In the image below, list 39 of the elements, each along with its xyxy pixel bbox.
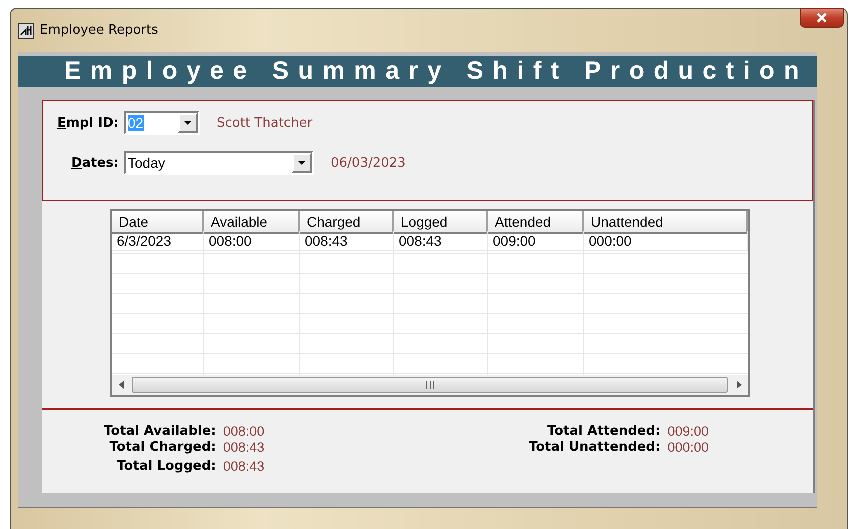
total-label: Total Attended: [546, 424, 661, 439]
total-value: 008:43 [223, 440, 265, 455]
total-label: Total Available: [104, 424, 216, 439]
scrollbar-thumb[interactable] [132, 376, 728, 393]
dropdown-arrow-icon [298, 161, 306, 165]
window-title: Employee Reports [40, 23, 158, 38]
table-cell: 6/3/2023 [112, 230, 204, 251]
app-icon [18, 22, 34, 38]
column-header[interactable]: Unattended [584, 210, 748, 234]
close-button[interactable] [800, 8, 844, 28]
column-header[interactable]: Attended [488, 210, 584, 234]
close-icon [816, 13, 828, 23]
grip-icon [426, 380, 434, 389]
table-cell: 008:00 [204, 230, 300, 251]
scroll-left-icon[interactable] [118, 380, 124, 389]
total-label: Total Unattended: [528, 440, 661, 455]
column-header[interactable]: Charged [300, 210, 394, 234]
dropdown-field[interactable]: Today [124, 151, 314, 175]
column-header[interactable]: Logged [394, 210, 488, 234]
column-header[interactable]: Date [112, 210, 204, 234]
horizontal-scrollbar[interactable] [112, 374, 748, 395]
table-cell: 000:00 [584, 230, 748, 251]
field-label: Dates: [70, 156, 119, 170]
column-header[interactable]: Available [204, 210, 300, 234]
total-value: 008:00 [223, 424, 265, 439]
scroll-right-icon[interactable] [736, 380, 742, 389]
total-value: 000:00 [668, 440, 709, 455]
total-value: 009:00 [668, 424, 709, 439]
date-text: 06/03/2023 [331, 156, 406, 170]
total-value: 008:43 [223, 458, 265, 474]
employee-name: Scott Thatcher [217, 116, 313, 130]
table-cell: 008:43 [394, 230, 488, 251]
report-banner: Employee Summary Shift Production [18, 56, 817, 87]
table-cell: 008:43 [300, 230, 394, 251]
total-label: Total Logged: [116, 458, 216, 474]
total-label: Total Charged: [108, 440, 216, 455]
table-cell: 009:00 [488, 230, 584, 251]
field-label: Empl ID: [56, 116, 119, 130]
dropdown-arrow-icon [184, 121, 192, 125]
